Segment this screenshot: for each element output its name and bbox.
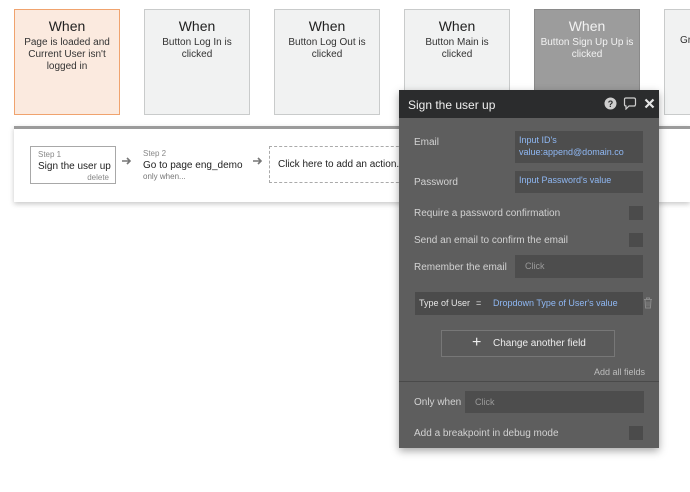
event-when-label: When: [568, 18, 606, 34]
event-card-logout[interactable]: When Button Log Out is clicked: [274, 9, 380, 115]
email-label: Email: [414, 137, 440, 148]
step-1-sign-up[interactable]: Step 1 Sign the user up delete: [30, 146, 116, 184]
event-when-label: When: [48, 18, 86, 34]
change-field-label: Change another field: [493, 338, 586, 349]
change-another-field-button[interactable]: + Change another field: [441, 330, 615, 357]
panel-divider: [399, 381, 659, 382]
change-field-row[interactable]: Type of User = Dropdown Type of User's v…: [415, 292, 643, 315]
send-email-checkbox[interactable]: [629, 233, 643, 247]
plus-icon: +: [472, 334, 482, 351]
event-description: Button Log Out is clicked: [288, 37, 366, 60]
event-when-label: When: [438, 18, 476, 34]
close-icon[interactable]: [644, 97, 655, 110]
field-equals: =: [476, 298, 482, 308]
send-email-label: Send an email to confirm the email: [414, 235, 568, 246]
arrow-right-icon: [253, 157, 263, 165]
step-title: Sign the user up: [38, 161, 111, 172]
trash-icon[interactable]: [643, 297, 653, 309]
panel-title: Sign the user up: [408, 98, 496, 112]
add-all-fields-link[interactable]: Add all fields: [594, 367, 645, 377]
require-confirmation-label: Require a password confirmation: [414, 208, 561, 219]
event-description: Page is loaded and Current User isn't lo…: [24, 37, 110, 72]
event-description: Button Main is clicked: [425, 37, 489, 60]
step-number: Step 2: [143, 149, 167, 158]
step-condition: only when...: [143, 172, 186, 181]
email-value-field[interactable]: Input ID's value:append@domain.co: [515, 131, 643, 163]
only-when-input[interactable]: Click: [465, 391, 644, 413]
step-2-go-to-page[interactable]: Step 2 Go to page eng_demo only when...: [136, 146, 246, 184]
delete-step-link[interactable]: delete: [87, 173, 109, 182]
comment-icon[interactable]: [623, 97, 637, 110]
password-value-field[interactable]: Input Password's value: [515, 171, 643, 193]
panel-header: Sign the user up ?: [399, 90, 659, 118]
breakpoint-label: Add a breakpoint in debug mode: [414, 428, 559, 439]
field-value[interactable]: Dropdown Type of User's value: [493, 298, 618, 308]
field-key: Type of User: [419, 298, 471, 308]
event-description: Button Log In is clicked: [162, 37, 232, 60]
remember-email-label: Remember the email: [414, 262, 507, 273]
require-confirmation-checkbox[interactable]: [629, 206, 643, 220]
event-when-label: When: [178, 18, 216, 34]
svg-text:?: ?: [608, 99, 614, 109]
event-card-page-loaded[interactable]: When Page is loaded and Current User isn…: [14, 9, 120, 115]
step-number: Step 1: [38, 150, 62, 159]
remember-email-input[interactable]: Click: [515, 255, 643, 278]
only-when-label: Only when: [414, 397, 462, 408]
help-icon[interactable]: ?: [604, 97, 617, 110]
event-when-label: When: [308, 18, 346, 34]
event-description: Button Sign Up Up is clicked: [540, 37, 634, 60]
breakpoint-checkbox[interactable]: [629, 426, 643, 440]
step-title: Go to page eng_demo: [143, 160, 243, 171]
event-card-partial[interactable]: Gr: [664, 9, 690, 115]
event-card-login[interactable]: When Button Log In is clicked: [144, 9, 250, 115]
arrow-right-icon: [122, 157, 132, 165]
event-description: Gr: [680, 35, 690, 46]
add-action-button[interactable]: Click here to add an action...: [269, 146, 409, 183]
password-label: Password: [414, 177, 458, 188]
